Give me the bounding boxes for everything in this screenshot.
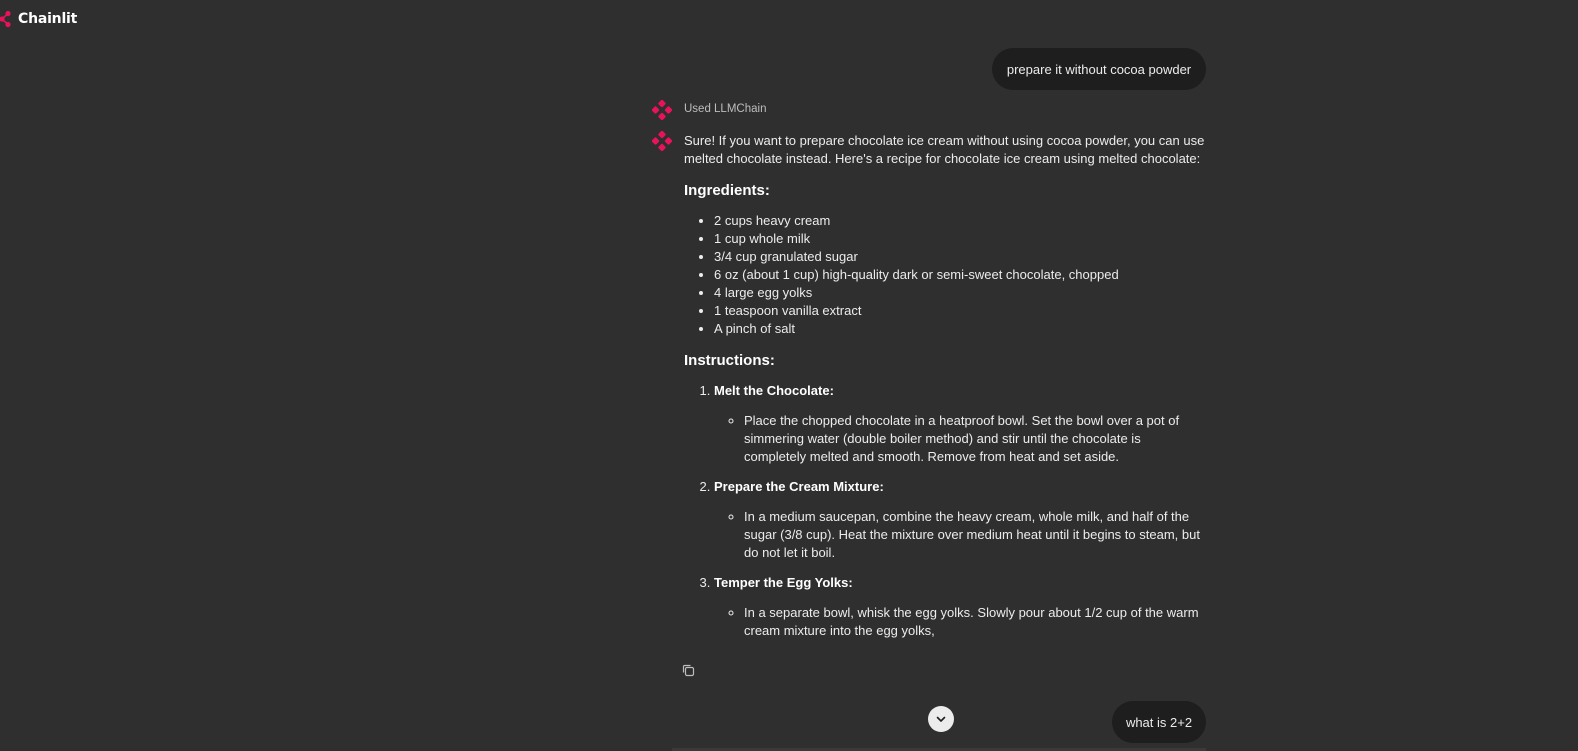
- list-item: 2 cups heavy cream: [714, 212, 1206, 230]
- step-label[interactable]: Used LLMChain: [684, 103, 766, 115]
- step-title: Temper the Egg Yolks:: [714, 575, 853, 590]
- app-name: Chainlit: [18, 11, 78, 27]
- instruction-step: Temper the Egg Yolks: In a separate bowl…: [714, 574, 1206, 640]
- step-detail: Place the chopped chocolate in a heatpro…: [744, 412, 1206, 466]
- user-message: what is 2+2: [1112, 701, 1206, 743]
- list-item: 1 cup whole milk: [714, 230, 1206, 248]
- step-title: Prepare the Cream Mixture:: [714, 479, 884, 494]
- instructions-heading: Instructions:: [684, 352, 775, 369]
- chevron-down-icon: [936, 716, 946, 722]
- assistant-message: Sure! If you want to prepare chocolate i…: [684, 132, 1206, 652]
- ingredients-heading: Ingredients:: [684, 182, 770, 199]
- list-item: 3/4 cup granulated sugar: [714, 248, 1206, 266]
- user-message: prepare it without cocoa powder: [992, 48, 1206, 90]
- copy-icon: [682, 664, 694, 676]
- chainlit-app: Chainlit prepare it without cocoa powder…: [0, 0, 1578, 751]
- step-detail: In a medium saucepan, combine the heavy …: [744, 508, 1206, 562]
- instruction-step: Melt the Chocolate: Place the chopped ch…: [714, 382, 1206, 466]
- header: Chainlit: [0, 8, 77, 30]
- list-item: A pinch of salt: [714, 320, 1206, 338]
- scroll-to-bottom-button[interactable]: [928, 706, 954, 732]
- step-detail: In a separate bowl, whisk the egg yolks.…: [744, 604, 1206, 640]
- copy-button[interactable]: [680, 662, 696, 678]
- chat-thread: prepare it without cocoa powder Used LLM…: [652, 0, 1206, 751]
- ingredients-list: 2 cups heavy cream 1 cup whole milk 3/4 …: [684, 212, 1206, 338]
- list-item: 6 oz (about 1 cup) high-quality dark or …: [714, 266, 1206, 284]
- list-item: 4 large egg yolks: [714, 284, 1206, 302]
- chainlit-logo-icon: [0, 10, 11, 28]
- assistant-avatar-icon: [652, 131, 672, 151]
- list-item: 1 teaspoon vanilla extract: [714, 302, 1206, 320]
- message-intro: Sure! If you want to prepare chocolate i…: [684, 133, 1205, 166]
- instructions-list: Melt the Chocolate: Place the chopped ch…: [684, 382, 1206, 640]
- instruction-step: Prepare the Cream Mixture: In a medium s…: [714, 478, 1206, 562]
- step-title: Melt the Chocolate:: [714, 383, 834, 398]
- assistant-avatar-icon: [652, 100, 672, 120]
